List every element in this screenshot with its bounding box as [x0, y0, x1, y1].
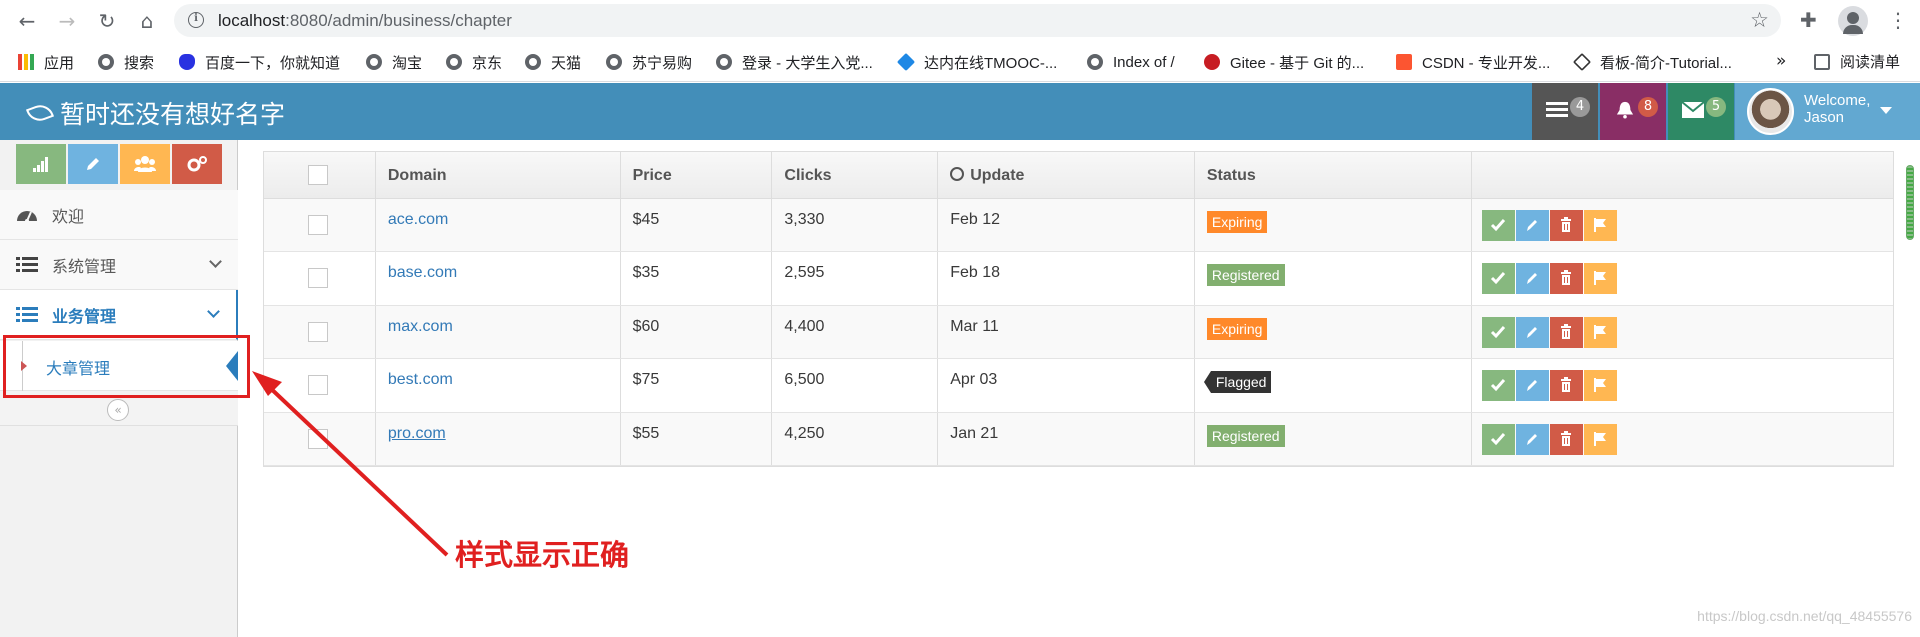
annotation-arrow	[252, 371, 449, 557]
watermark: https://blog.csdn.net/qq_48455576	[1697, 608, 1912, 624]
annotation-text: 样式显示正确	[455, 538, 630, 572]
